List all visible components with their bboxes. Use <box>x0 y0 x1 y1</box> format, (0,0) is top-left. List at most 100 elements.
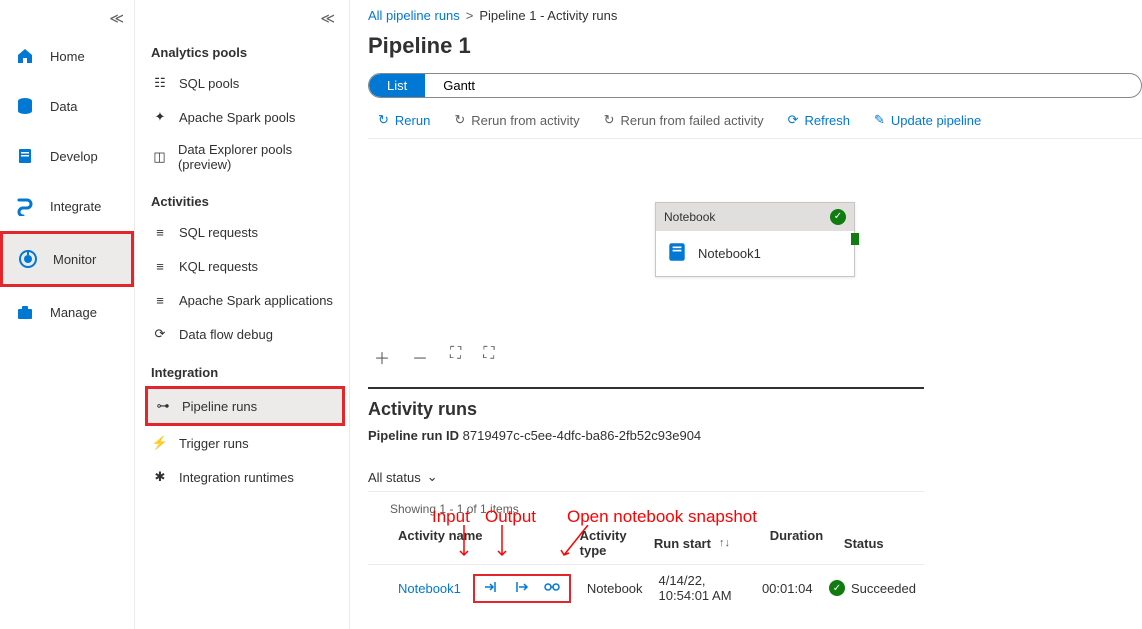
success-check-icon: ✓ <box>830 209 846 225</box>
main-content: All pipeline runs > Pipeline 1 - Activit… <box>350 0 1142 629</box>
items-count: Showing 1 - 1 of 1 items <box>368 492 924 522</box>
nav-label: Develop <box>50 149 98 164</box>
chevron-left-icon: ≪ <box>320 10 335 27</box>
subnav-data-explorer-pools[interactable]: ◫Data Explorer pools (preview) <box>145 134 345 180</box>
status-filter[interactable]: All status ⌄ <box>368 453 924 492</box>
home-icon <box>14 45 36 67</box>
sql-pools-icon: ☷ <box>151 74 169 92</box>
subnav-dataflow-debug[interactable]: ⟳Data flow debug <box>145 317 345 351</box>
pipeline-run-id-row: Pipeline run ID 8719497c-c5ee-4dfc-ba86-… <box>368 428 924 453</box>
nav-label: Integrate <box>50 199 101 214</box>
breadcrumb: All pipeline runs > Pipeline 1 - Activit… <box>368 4 1142 33</box>
nav-label: Data <box>50 99 77 114</box>
canvas-toolbar: ＋ － ⛶ ⛶ <box>368 339 1142 383</box>
cmd-rerun[interactable]: ↻Rerun <box>378 112 430 128</box>
subnav-sql-pools[interactable]: ☷SQL pools <box>145 66 345 100</box>
notebook-activity-card[interactable]: Notebook ✓ Notebook1 <box>655 202 855 277</box>
nav-item-monitor[interactable]: Monitor <box>0 231 134 287</box>
pipeline-run-id-value: 8719497c-c5ee-4dfc-ba86-2fb52c93e904 <box>463 428 702 443</box>
zoom-in-button[interactable]: ＋ <box>374 345 390 369</box>
monitor-icon <box>17 248 39 270</box>
rerun-activity-icon: ↻ <box>454 112 465 128</box>
section-analytics-pools: Analytics pools <box>145 31 345 66</box>
subnav-spark-apps[interactable]: ≡Apache Spark applications <box>145 283 345 317</box>
output-icon[interactable] <box>513 579 529 598</box>
nav-label: Manage <box>50 305 97 320</box>
refresh-icon: ⟳ <box>788 112 799 128</box>
zoom-fit-button[interactable]: ⛶ <box>483 345 494 369</box>
left-navigation: ≪ Home Data Develop Integrate Monitor <box>0 0 135 629</box>
pipeline-runs-icon: ⊶ <box>154 397 172 415</box>
sort-icon: ↑↓ <box>719 537 730 549</box>
nav-item-home[interactable]: Home <box>0 31 134 81</box>
collapse-subnav-button[interactable]: ≪ <box>145 6 345 31</box>
subnav-trigger-runs[interactable]: ⚡Trigger runs <box>145 426 345 460</box>
cmd-update-pipeline[interactable]: ✎Update pipeline <box>874 112 981 128</box>
integration-runtimes-icon: ✱ <box>151 468 169 486</box>
cmd-refresh[interactable]: ⟳Refresh <box>788 112 850 128</box>
breadcrumb-root[interactable]: All pipeline runs <box>368 8 460 23</box>
dataflow-debug-icon: ⟳ <box>151 325 169 343</box>
run-start-cell: 4/14/22, 10:54:01 AM <box>651 567 754 609</box>
nav-item-integrate[interactable]: Integrate <box>0 181 134 231</box>
col-activity-type[interactable]: Activity type <box>572 522 646 564</box>
manage-icon <box>14 301 36 323</box>
collapse-leftnav-button[interactable]: ≪ <box>0 6 134 31</box>
view-gantt-button[interactable]: Gantt <box>425 74 493 97</box>
chevron-left-icon: ≪ <box>109 10 124 27</box>
notebook-icon <box>666 241 688 266</box>
status-cell: ✓ Succeeded <box>821 574 924 602</box>
subnav-pipeline-runs[interactable]: ⊶Pipeline runs <box>145 386 345 426</box>
cmd-rerun-failed[interactable]: ↻Rerun from failed activity <box>604 112 764 128</box>
edit-icon: ✎ <box>874 112 885 128</box>
nav-label: Home <box>50 49 85 64</box>
spark-pools-icon: ✦ <box>151 108 169 126</box>
card-type-label: Notebook <box>664 210 715 224</box>
open-notebook-snapshot-icon[interactable] <box>543 579 561 598</box>
nav-item-manage[interactable]: Manage <box>0 287 134 337</box>
subnav-sql-requests[interactable]: ≡SQL requests <box>145 215 345 249</box>
col-status[interactable]: Status <box>836 522 924 564</box>
activity-name-link[interactable]: Notebook1 <box>398 581 461 596</box>
col-run-start[interactable]: Run start↑↓ <box>646 522 762 564</box>
page-title: Pipeline 1 <box>368 33 1142 73</box>
nav-label: Monitor <box>53 252 96 267</box>
breadcrumb-separator: > <box>466 8 474 23</box>
cmd-rerun-activity[interactable]: ↻Rerun from activity <box>454 112 579 128</box>
nav-item-data[interactable]: Data <box>0 81 134 131</box>
rerun-failed-icon: ↻ <box>604 112 615 128</box>
card-name: Notebook1 <box>698 246 761 261</box>
subnav-spark-pools[interactable]: ✦Apache Spark pools <box>145 100 345 134</box>
activity-table-header: Activity name Activity type Run start↑↓ … <box>368 522 924 564</box>
kql-requests-icon: ≡ <box>151 257 169 275</box>
develop-icon <box>14 145 36 167</box>
pipeline-canvas[interactable]: Notebook ✓ Notebook1 <box>368 139 1142 339</box>
col-duration[interactable]: Duration <box>762 522 836 564</box>
subnav-integration-runtimes[interactable]: ✱Integration runtimes <box>145 460 345 494</box>
data-explorer-icon: ◫ <box>151 148 168 166</box>
rerun-icon: ↻ <box>378 112 389 128</box>
duration-cell: 00:01:04 <box>754 575 821 602</box>
chevron-down-icon: ⌄ <box>427 469 438 485</box>
card-output-handle[interactable] <box>851 233 859 245</box>
nav-item-develop[interactable]: Develop <box>0 131 134 181</box>
zoom-reset-button[interactable]: ⛶ <box>450 345 461 369</box>
trigger-runs-icon: ⚡ <box>151 434 169 452</box>
subnav-kql-requests[interactable]: ≡KQL requests <box>145 249 345 283</box>
section-integration: Integration <box>145 351 345 386</box>
data-icon <box>14 95 36 117</box>
input-icon[interactable] <box>483 579 499 598</box>
integrate-icon <box>14 195 36 217</box>
activity-runs-section: Activity runs Pipeline run ID 8719497c-c… <box>368 387 924 609</box>
view-toggle: List Gantt <box>368 73 1142 98</box>
command-bar: ↻Rerun ↻Rerun from activity ↻Rerun from … <box>368 112 1142 139</box>
activity-runs-heading: Activity runs <box>368 389 924 428</box>
sql-requests-icon: ≡ <box>151 223 169 241</box>
monitor-subnav: ≪ Analytics pools ☷SQL pools ✦Apache Spa… <box>135 0 350 629</box>
breadcrumb-current: Pipeline 1 - Activity runs <box>479 8 617 23</box>
view-list-button[interactable]: List <box>369 74 425 97</box>
col-activity-name[interactable]: Activity name <box>390 522 572 564</box>
spark-apps-icon: ≡ <box>151 291 169 309</box>
zoom-out-button[interactable]: － <box>412 345 428 369</box>
success-check-icon: ✓ <box>829 580 845 596</box>
